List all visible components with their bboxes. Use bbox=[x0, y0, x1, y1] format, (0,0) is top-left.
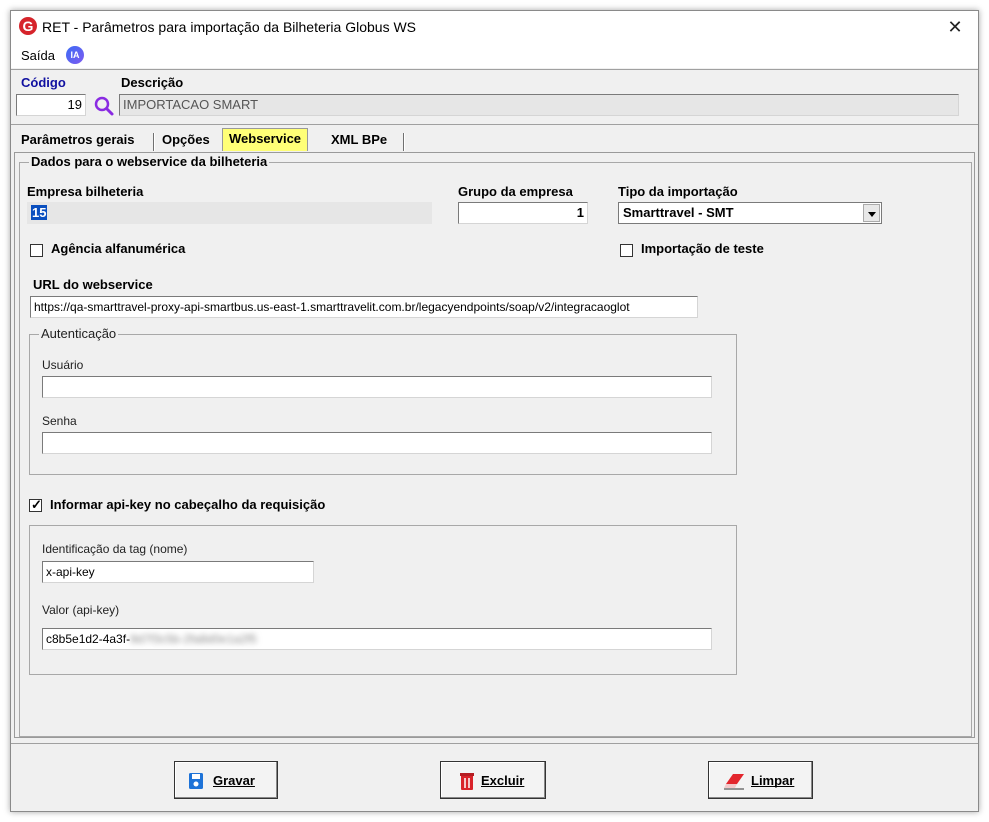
menu-item-saida[interactable]: Saída bbox=[21, 48, 55, 63]
window-title: RET - Parâmetros para importação da Bilh… bbox=[42, 19, 417, 35]
tag-label: Identificação da tag (nome) bbox=[42, 542, 188, 556]
gravar-button[interactable]: Gravar bbox=[174, 761, 278, 799]
webservice-tab-page: Dados para o webservice da bilheteria Em… bbox=[14, 152, 975, 738]
trash-icon bbox=[460, 773, 474, 790]
dialog-window: G RET - Parâmetros para importação da Bi… bbox=[10, 10, 979, 812]
tipo-select[interactable]: Smarttravel - SMT bbox=[618, 202, 882, 224]
tab-opcoes[interactable]: Opções bbox=[162, 131, 210, 151]
save-icon bbox=[189, 773, 203, 789]
app-logo-icon: G bbox=[19, 17, 37, 35]
empresa-label: Empresa bilheteria bbox=[27, 184, 144, 199]
agencia-label: Agência alfanumérica bbox=[51, 241, 186, 256]
excluir-button[interactable]: Excluir bbox=[440, 761, 546, 799]
webservice-group-title: Dados para o webservice da bilheteria bbox=[29, 154, 270, 169]
apikey-checkbox-label: Informar api-key no cabeçalho da requisi… bbox=[50, 497, 326, 512]
teste-checkbox[interactable] bbox=[620, 244, 633, 257]
apikey-checkbox[interactable]: ✓ bbox=[29, 497, 42, 512]
tipo-select-value: Smarttravel - SMT bbox=[623, 205, 734, 220]
url-label: URL do webservice bbox=[33, 277, 153, 292]
title-bar: G RET - Parâmetros para importação da Bi… bbox=[11, 11, 978, 43]
tab-separator bbox=[153, 133, 155, 151]
url-input[interactable]: https://qa-smarttravel-proxy-api-smartbu… bbox=[30, 296, 698, 318]
valor-label: Valor (api-key) bbox=[42, 603, 120, 617]
tab-xml-bpe[interactable]: XML BPe bbox=[331, 131, 387, 151]
gravar-label: Gravar bbox=[213, 773, 255, 788]
menu-bar: Saída IA bbox=[11, 43, 978, 68]
grupo-label: Grupo da empresa bbox=[458, 184, 573, 199]
close-button[interactable]: ✕ bbox=[932, 11, 978, 43]
codigo-input[interactable]: 19 bbox=[16, 94, 86, 116]
teste-label: Importação de teste bbox=[641, 241, 764, 256]
tag-input[interactable]: x-api-key bbox=[42, 561, 314, 583]
limpar-button[interactable]: Limpar bbox=[708, 761, 813, 799]
grupo-input[interactable]: 1 bbox=[458, 202, 588, 224]
usuario-input[interactable] bbox=[42, 376, 712, 398]
limpar-label: Limpar bbox=[751, 773, 795, 788]
eraser-icon bbox=[724, 774, 744, 790]
tipo-label: Tipo da importação bbox=[618, 184, 738, 199]
usuario-label: Usuário bbox=[42, 358, 84, 372]
tab-parametros-gerais[interactable]: Parâmetros gerais bbox=[21, 131, 134, 151]
descricao-label: Descrição bbox=[121, 75, 184, 90]
senha-label: Senha bbox=[42, 414, 77, 428]
empresa-value: 15 bbox=[31, 205, 48, 220]
chevron-down-icon[interactable] bbox=[863, 204, 880, 222]
senha-input[interactable] bbox=[42, 432, 712, 454]
ia-assistant-icon[interactable]: IA bbox=[66, 46, 84, 64]
auth-group-title: Autenticação bbox=[39, 326, 119, 341]
checkmark-icon: ✓ bbox=[31, 497, 42, 512]
tab-separator bbox=[403, 133, 405, 151]
tab-strip: Parâmetros gerais Opções Webservice XML … bbox=[11, 125, 978, 153]
descricao-input[interactable]: IMPORTACAO SMART bbox=[119, 94, 959, 116]
valor-visible-text: c8b5e1d2-4a3f- bbox=[46, 632, 131, 646]
tab-webservice[interactable]: Webservice bbox=[222, 128, 309, 151]
valor-blurred-text: 9d7f3c5b-2fa8d0e1a2f5 bbox=[130, 632, 257, 646]
search-icon[interactable] bbox=[93, 95, 115, 117]
valor-input[interactable]: c8b5e1d2-4a3f-9d7f3c5b-2fa8d0e1a2f5 bbox=[42, 628, 712, 650]
excluir-label: Excluir bbox=[481, 773, 525, 788]
agencia-checkbox[interactable] bbox=[30, 244, 43, 257]
codigo-label: Código bbox=[21, 75, 66, 90]
record-header: Código 19 Descrição IMPORTACAO SMART bbox=[11, 69, 978, 125]
empresa-input[interactable]: 15 bbox=[27, 202, 432, 224]
button-bar: Gravar Excluir Limpar bbox=[11, 743, 978, 813]
